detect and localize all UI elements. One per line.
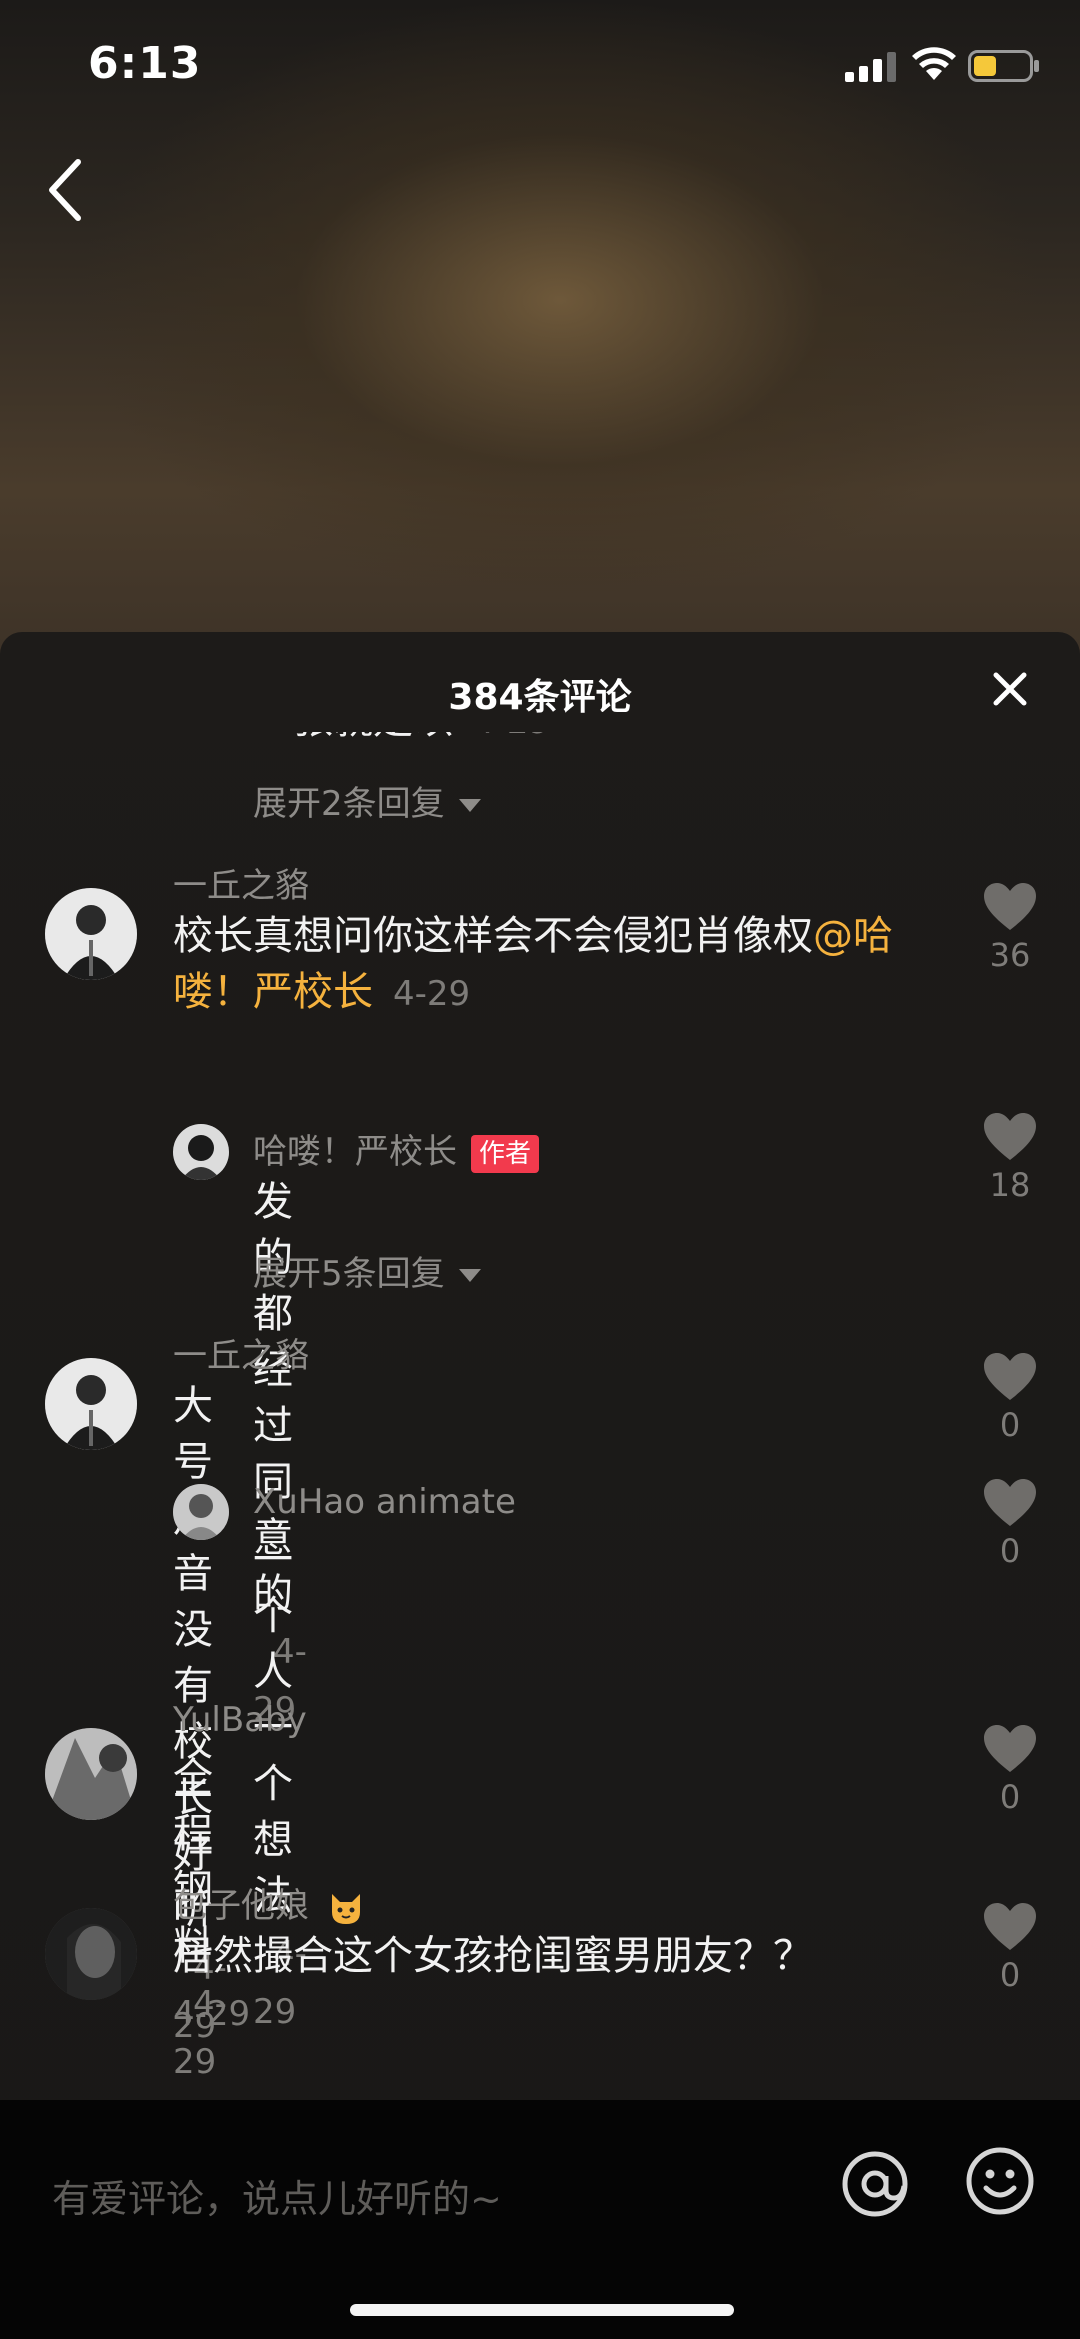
heart-icon [984,1903,1036,1950]
like-count: 36 [989,936,1031,974]
cat-emoji-icon [331,1893,360,1924]
expand-replies-button[interactable]: 展开5条回复 [253,1246,481,1295]
status-bar: 6:13 [0,0,1080,132]
heart-icon [984,1479,1036,1526]
like-count: 0 [999,1406,1021,1444]
avatar[interactable] [45,888,137,980]
avatar[interactable] [45,1908,137,2000]
comments-title: 384条评论 [448,677,632,718]
home-indicator[interactable] [350,2304,734,2316]
comment-username[interactable]: 一丘之貉 [173,858,309,907]
comment-list[interactable]: 一张就是以4-29 展开2条回复 一丘之貉 校长真想问你这样会不会侵犯肖像权@哈… [0,732,1080,2100]
comment-username[interactable]: YulBaby [173,1700,307,1740]
avatar[interactable] [173,1124,229,1180]
avatar[interactable] [45,1728,137,1820]
like-button[interactable]: 0 [970,1902,1050,1994]
chevron-down-icon [458,1269,481,1282]
reply-username[interactable]: 哈喽！严校长 作者 [253,1124,540,1173]
reply-username[interactable]: XuHao animate [253,1482,516,1522]
author-badge: 作者 [471,1134,540,1173]
wifi-icon [912,47,956,80]
comment-username[interactable]: 一丘之貉 [173,1328,309,1377]
like-button[interactable]: 0 [970,1478,1050,1570]
like-button[interactable]: 36 [970,882,1050,974]
heart-icon [984,1353,1036,1400]
heart-icon [984,1725,1036,1772]
like-button[interactable]: 0 [970,1352,1050,1444]
like-count: 0 [999,1956,1021,1994]
emoji-icon[interactable] [965,2146,1035,2216]
comment-username[interactable]: 包子他娘 [173,1878,366,1928]
heart-icon [984,883,1036,930]
status-time: 6:13 [88,38,202,89]
expand-replies-button[interactable]: 展开2条回复 [253,776,481,825]
like-button[interactable]: 0 [970,1724,1050,1816]
avatar[interactable] [45,1358,137,1450]
comment-text: 校长真想问你这样会不会侵犯肖像权@哈喽！严校长 4-29 [173,913,893,1015]
mention-at-icon[interactable] [840,2144,910,2224]
partial-comment: 一张就是以4-29 [253,732,550,750]
chevron-down-icon [458,799,481,812]
avatar[interactable] [173,1484,229,1540]
like-count: 0 [999,1778,1021,1816]
comments-sheet: 384条评论 一张就是以4-29 展开2条回复 一丘之貉 校长真想问你这样会不会… [0,632,1080,2339]
like-count: 0 [999,1532,1021,1570]
heart-icon [984,1113,1036,1160]
close-icon[interactable] [990,669,1030,709]
battery-icon [968,50,1039,82]
like-count: 18 [989,1166,1031,1204]
comment-input[interactable]: 有爱评论，说点儿好听的~ [52,2168,502,2223]
cellular-signal-icon [845,52,896,82]
like-button[interactable]: 18 [970,1112,1050,1204]
comment-text: 居然撮合这个女孩抢闺蜜男朋友？？ 4-29 [173,1933,813,2034]
back-icon[interactable] [38,150,98,230]
